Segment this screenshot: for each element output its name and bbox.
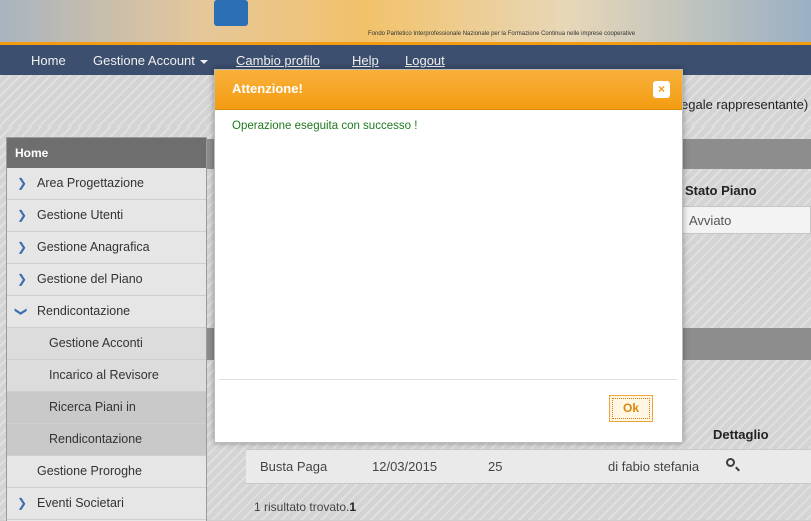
dialog-header: Attenzione! × <box>215 70 682 110</box>
dialog-footer-divider <box>219 379 677 380</box>
ok-button[interactable]: Ok <box>609 395 653 422</box>
dialog-message: Operazione eseguita con successo ! <box>232 120 418 132</box>
alert-dialog: Attenzione! × Operazione eseguita con su… <box>214 69 683 443</box>
close-icon[interactable]: × <box>653 81 670 98</box>
dialog-title: Attenzione! <box>232 81 303 96</box>
